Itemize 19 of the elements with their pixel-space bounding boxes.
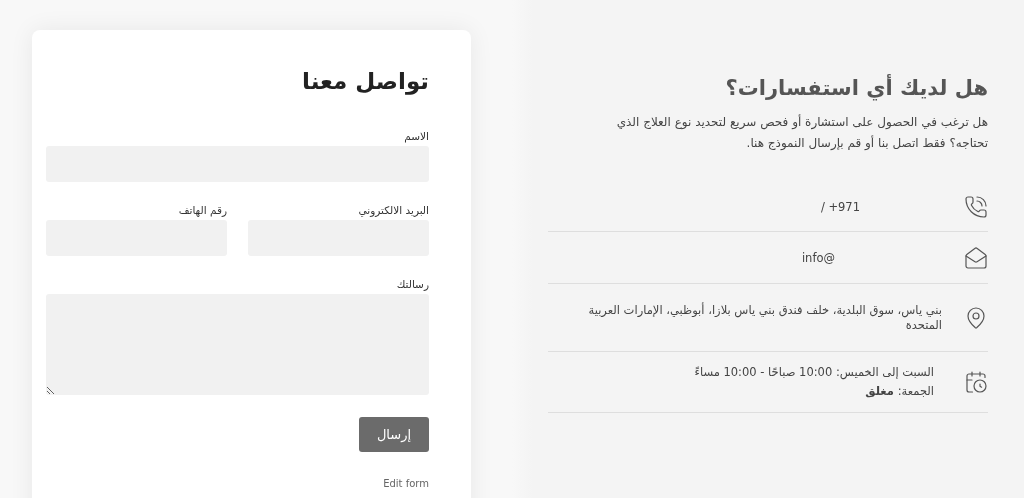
field-label: رسالتك bbox=[395, 278, 429, 290]
envelope-icon bbox=[964, 245, 988, 270]
info-title: هل لديك أي استفسارات؟ bbox=[724, 76, 988, 100]
map-pin-icon bbox=[964, 305, 988, 330]
contact-text: السبت إلى الخميس: 10:00 صباحًا - 10:00 مساءً bbox=[694, 365, 934, 380]
contact-text: info@ bbox=[801, 250, 835, 265]
message-field[interactable] bbox=[46, 294, 429, 395]
submit-button[interactable]: إرسال bbox=[359, 417, 429, 452]
field-label: البريد الالكتروني bbox=[357, 204, 429, 216]
phone-icon bbox=[964, 194, 988, 219]
field-label: رقم الهاتف bbox=[177, 204, 227, 216]
contact-text: / +971 bbox=[820, 199, 860, 214]
edit-form-link[interactable]: Edit form bbox=[383, 478, 429, 489]
form-title: تواصل معنا bbox=[301, 68, 429, 94]
field-label: الاسم bbox=[403, 130, 429, 142]
info-text: هل ترغب في الحصول على استشارة أو فحص سريع لتحديد نوع العلاج الذي تحتاجه؟ فقط اتصل بنا أو قم بإرسال النموذج هنا. bbox=[615, 113, 988, 152]
contact-text: الجمعة: مغلق bbox=[864, 384, 934, 399]
calendar-clock-icon bbox=[964, 370, 988, 394]
contact-text: بني ياس، سوق البلدية، خلف فندق بني ياس بلازا، أبوظبي، الإمارات العربية المتحدة bbox=[588, 302, 942, 333]
